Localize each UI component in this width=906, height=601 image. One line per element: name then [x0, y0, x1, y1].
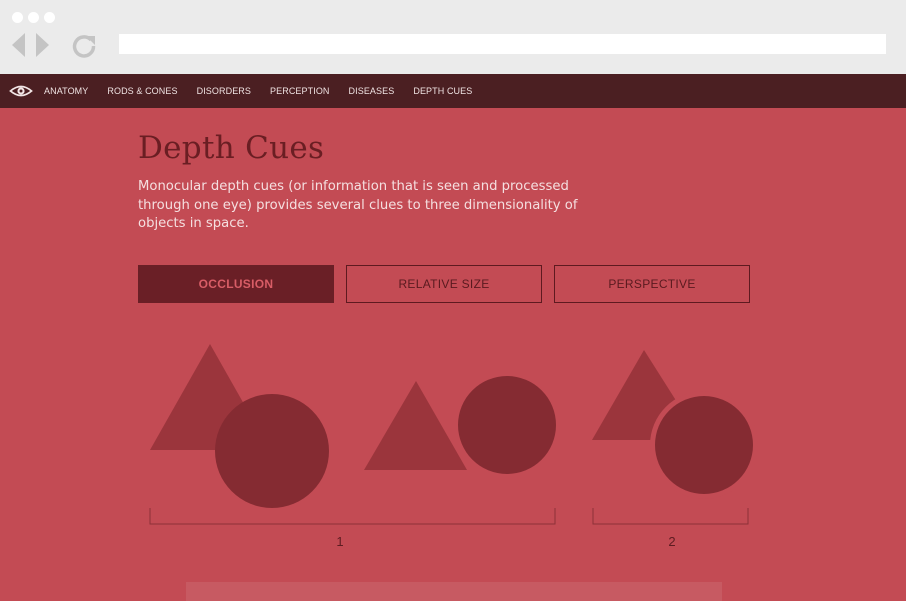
- occlusion-illustration: 1 2: [149, 344, 758, 549]
- browser-chrome: [0, 0, 906, 74]
- group-2-bracket: [592, 508, 749, 525]
- top-nav: ANATOMY RODS & CONES DISORDERS PERCEPTIO…: [0, 74, 906, 108]
- content-panel: [186, 582, 722, 601]
- back-arrow-icon[interactable]: [12, 33, 25, 57]
- tab-perspective[interactable]: PERSPECTIVE: [554, 265, 750, 303]
- window-maximize-dot-icon[interactable]: [44, 12, 55, 23]
- circle-shape: [655, 396, 753, 494]
- circle-shape: [458, 376, 556, 474]
- nav-item-perception[interactable]: PERCEPTION: [270, 86, 330, 96]
- reload-icon[interactable]: [70, 32, 98, 60]
- nav-item-anatomy[interactable]: ANATOMY: [44, 86, 88, 96]
- window-close-dot-icon[interactable]: [12, 12, 23, 23]
- intro-text: Monocular depth cues (or information tha…: [138, 179, 578, 231]
- url-input[interactable]: [119, 34, 886, 54]
- nav-item-disorders[interactable]: DISORDERS: [197, 86, 251, 96]
- nav-item-rods-cones[interactable]: RODS & CONES: [107, 86, 177, 96]
- page-title: Depth Cues: [138, 130, 325, 166]
- group-2-label: 2: [668, 534, 675, 549]
- eye-icon[interactable]: [9, 81, 33, 101]
- tab-occlusion[interactable]: OCCLUSION: [138, 265, 334, 303]
- nav-item-diseases[interactable]: DISEASES: [349, 86, 395, 96]
- tab-relative-size[interactable]: RELATIVE SIZE: [346, 265, 542, 303]
- circle-shape: [215, 394, 329, 508]
- forward-arrow-icon[interactable]: [36, 33, 49, 57]
- group-1-bracket: [149, 508, 556, 525]
- nav-item-depth-cues[interactable]: DEPTH CUES: [413, 86, 472, 96]
- group-1-label: 1: [336, 534, 343, 549]
- triangle-shape: [364, 381, 467, 470]
- window-minimize-dot-icon[interactable]: [28, 12, 39, 23]
